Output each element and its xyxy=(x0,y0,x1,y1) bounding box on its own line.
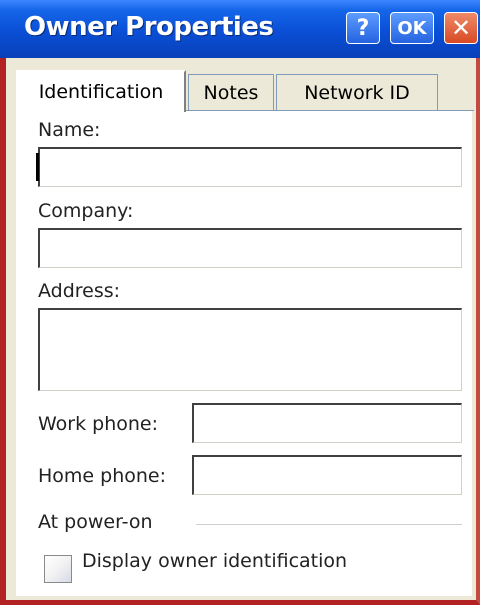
work-phone-label: Work phone: xyxy=(38,413,159,435)
name-field[interactable] xyxy=(38,147,462,187)
section-divider xyxy=(196,524,462,525)
home-phone-field[interactable] xyxy=(192,455,462,495)
tab-notes[interactable]: Notes xyxy=(188,74,274,110)
close-icon: ✕ xyxy=(450,14,472,42)
question-mark-icon: ? xyxy=(356,15,370,41)
tab-identification[interactable]: Identification xyxy=(16,70,186,112)
home-phone-label: Home phone: xyxy=(38,465,167,487)
tab-network-id[interactable]: Network ID xyxy=(276,74,438,110)
display-owner-identification-label: Display owner identification xyxy=(82,550,348,572)
address-field[interactable] xyxy=(38,308,462,391)
company-label: Company: xyxy=(38,200,134,222)
ok-button-label: OK xyxy=(397,17,427,39)
owner-properties-window: Owner Properties ? OK ✕ Identification N… xyxy=(0,0,480,605)
display-owner-identification-checkbox[interactable] xyxy=(44,555,72,583)
text-caret xyxy=(36,153,39,181)
help-button[interactable]: ? xyxy=(346,12,380,44)
address-label: Address: xyxy=(38,280,121,302)
ok-button[interactable]: OK xyxy=(390,12,434,44)
name-label: Name: xyxy=(38,119,101,141)
power-on-section-label: At power-on xyxy=(38,511,153,533)
work-phone-field[interactable] xyxy=(192,403,462,443)
close-button[interactable]: ✕ xyxy=(444,12,478,44)
title-bar[interactable]: Owner Properties ? OK ✕ xyxy=(0,0,480,58)
company-field[interactable] xyxy=(38,228,462,268)
window-title: Owner Properties xyxy=(24,12,274,42)
